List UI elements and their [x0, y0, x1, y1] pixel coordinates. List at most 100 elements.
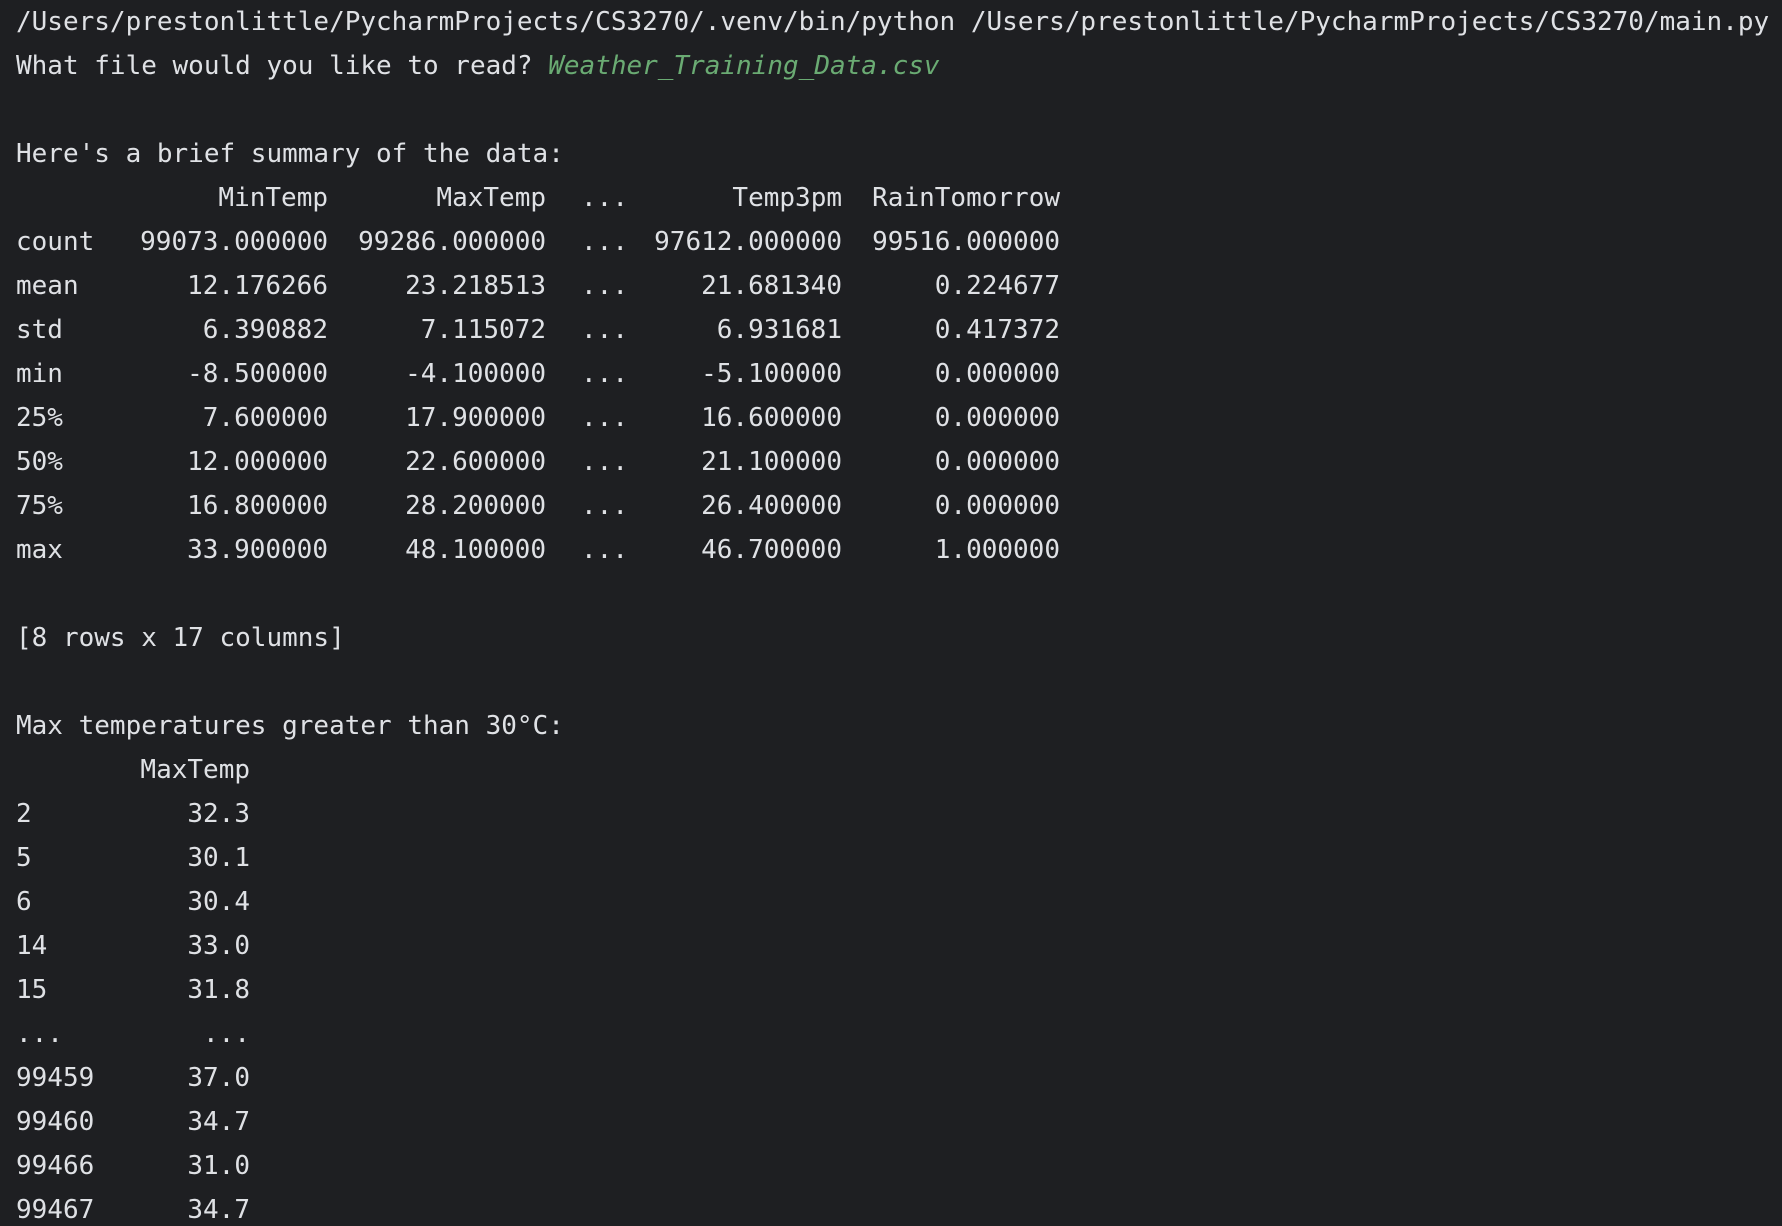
summary-cell: 97612.000000: [654, 227, 842, 257]
summary-row: 25% 7.600000 17.900000... 16.600000 0.000000: [16, 396, 1060, 440]
filter-row: 2 32.3: [16, 792, 250, 836]
filter-cell: 37.0: [187, 1063, 250, 1093]
filter-table-body: MaxTemp 2 32.3 5 30.1 6 30.4 14 33.0 15 31.8......…: [16, 748, 250, 1226]
filter-cell: 30.4: [187, 887, 250, 917]
summary-row: mean 12.176266 23.218513... 21.681340 0.2246…: [16, 264, 1060, 308]
summary-index-cell: count: [16, 227, 95, 257]
summary-cell: 7.600000: [202, 403, 328, 433]
summary-cell: MaxTemp: [436, 183, 546, 213]
filter-cell: 34.7: [187, 1195, 250, 1225]
summary-cell: 26.400000: [701, 491, 842, 521]
filter-cell: 33.0: [187, 931, 250, 961]
summary-cell: 16.600000: [701, 403, 842, 433]
summary-cell: ...: [581, 183, 628, 213]
summary-row: count 99073.000000 99286.000000... 97612.00…: [16, 220, 1060, 264]
filter-index-cell: 99467: [16, 1195, 95, 1225]
filter-row: 99459 37.0: [16, 1056, 250, 1100]
filter-row: 99466 31.0: [16, 1144, 250, 1188]
summary-cell: 99286.000000: [358, 227, 546, 257]
summary-cell: -8.500000: [187, 359, 328, 389]
summary-row: max 33.900000 48.100000... 46.700000 1.00000…: [16, 528, 1060, 572]
filter-table: MaxTemp 2 32.3 5 30.1 6 30.4 14 33.0 15 31.8......…: [16, 748, 250, 1226]
summary-cell: 99516.000000: [872, 227, 1060, 257]
summary-cell: ...: [581, 447, 628, 477]
summary-index-cell: [16, 176, 126, 220]
summary-cell: ...: [581, 227, 628, 257]
filter-index-cell: [16, 748, 126, 792]
summary-cell: 46.700000: [701, 535, 842, 565]
summary-cell: 0.000000: [934, 359, 1060, 389]
summary-row: std 6.390882 7.115072... 6.931681 0.417372: [16, 308, 1060, 352]
filter-index-cell: 5: [16, 843, 32, 873]
summary-cell: Temp3pm: [732, 183, 842, 213]
summary-cell: ...: [581, 403, 628, 433]
summary-index-cell: mean: [16, 271, 79, 301]
summary-cell: 0.000000: [934, 447, 1060, 477]
filter-cell: 34.7: [187, 1107, 250, 1137]
summary-cell: MinTemp: [218, 183, 328, 213]
user-input-filename: Weather_Training_Data.csv: [548, 51, 940, 81]
summary-cell: 6.390882: [202, 315, 328, 345]
summary-cell: ...: [581, 315, 628, 345]
summary-cell: 48.100000: [405, 535, 546, 565]
filter-row: 99467 34.7: [16, 1188, 250, 1226]
summary-cell: ...: [581, 271, 628, 301]
filter-row: 15 31.8: [16, 968, 250, 1012]
summary-cell: -5.100000: [701, 359, 842, 389]
filter-index-cell: 99459: [16, 1063, 95, 1093]
summary-cell: 21.100000: [701, 447, 842, 477]
run-console-output[interactable]: /Users/prestonlittle/PycharmProjects/CS3…: [0, 0, 1782, 1226]
summary-cell: 7.115072: [420, 315, 546, 345]
summary-index-cell: 50%: [16, 447, 63, 477]
filter-index-cell: 15: [16, 975, 48, 1005]
summary-index-cell: 75%: [16, 491, 63, 521]
filter-index-cell: 99460: [16, 1107, 95, 1137]
filter-cell: 30.1: [187, 843, 250, 873]
filter-row: 14 33.0: [16, 924, 250, 968]
summary-cell: 0.224677: [934, 271, 1060, 301]
summary-cell: 1.000000: [934, 535, 1060, 565]
filter-index-cell: 99466: [16, 1151, 95, 1181]
summary-heading: Here's a brief summary of the data:: [16, 139, 564, 169]
summary-row: min -8.500000 -4.100000... -5.100000 0.00000…: [16, 352, 1060, 396]
summary-header-row: MinTemp MaxTemp... Temp3pm RainTomorrow: [16, 176, 1060, 220]
summary-cell: 12.176266: [187, 271, 328, 301]
filter-header-row: MaxTemp: [16, 748, 250, 792]
command-line: /Users/prestonlittle/PycharmProjects/CS3…: [16, 7, 1770, 37]
summary-cell: 0.417372: [934, 315, 1060, 345]
summary-cell: 16.800000: [187, 491, 328, 521]
summary-cell: RainTomorrow: [872, 183, 1060, 213]
summary-cell: 21.681340: [701, 271, 842, 301]
summary-index-cell: std: [16, 315, 63, 345]
filter-cell: ...: [203, 1019, 250, 1049]
filter-row: 6 30.4: [16, 880, 250, 924]
summary-cell: ...: [581, 359, 628, 389]
summary-cell: 99073.000000: [140, 227, 328, 257]
summary-table: MinTemp MaxTemp... Temp3pm RainTomorrow coun…: [16, 176, 1060, 572]
filter-index-cell: 6: [16, 887, 32, 917]
summary-cell: 23.218513: [405, 271, 546, 301]
filter-index-cell: 2: [16, 799, 32, 829]
summary-cell: 12.000000: [187, 447, 328, 477]
summary-index-cell: max: [16, 535, 63, 565]
summary-cell: 22.600000: [405, 447, 546, 477]
input-prompt-text: What file would you like to read?: [16, 51, 549, 81]
summary-cell: -4.100000: [405, 359, 546, 389]
shape-line: [8 rows x 17 columns]: [16, 623, 345, 653]
summary-cell: 0.000000: [934, 403, 1060, 433]
summary-index-cell: 25%: [16, 403, 63, 433]
filter-index-cell: ...: [16, 1019, 63, 1049]
summary-cell: 17.900000: [405, 403, 546, 433]
filter-cell: 32.3: [187, 799, 250, 829]
summary-cell: ...: [581, 535, 628, 565]
filter-heading: Max temperatures greater than 30°C:: [16, 711, 564, 741]
summary-table-body: MinTemp MaxTemp... Temp3pm RainTomorrow coun…: [16, 176, 1060, 572]
summary-cell: 0.000000: [934, 491, 1060, 521]
filter-cell: MaxTemp: [140, 755, 250, 785]
filter-row: 5 30.1: [16, 836, 250, 880]
filter-cell: 31.8: [187, 975, 250, 1005]
summary-row: 75% 16.800000 28.200000... 26.400000 0.00000…: [16, 484, 1060, 528]
summary-cell: 28.200000: [405, 491, 546, 521]
